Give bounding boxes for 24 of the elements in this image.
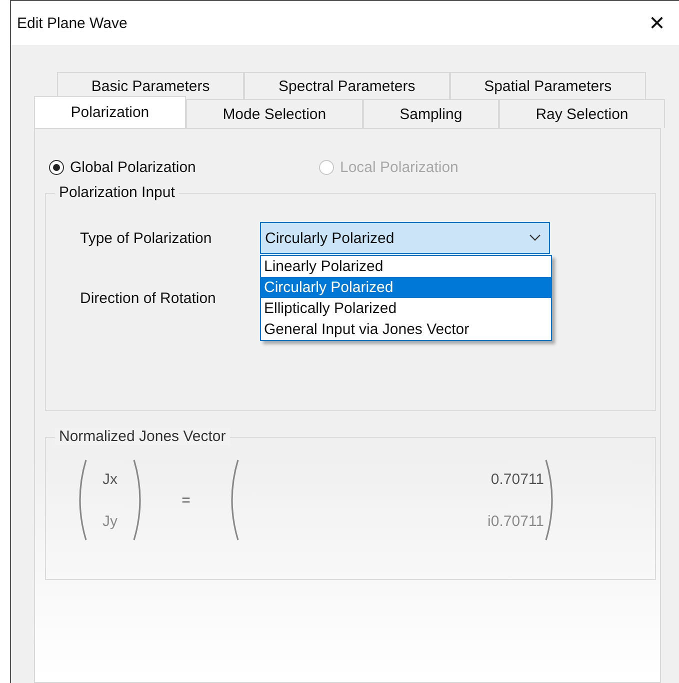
vector-symbol: Jx [102,470,118,488]
caret-icon [529,234,541,242]
dropdown-option[interactable]: Linearly Polarized [261,256,551,277]
vector-value: 0.70711 [490,470,544,488]
tab[interactable]: Basic Parameters [57,72,244,99]
tab[interactable]: Polarization [34,96,186,128]
window-title: Edit Plane Wave [17,14,128,32]
tab[interactable]: Sampling [362,99,499,128]
dropdown-option[interactable]: Elliptically Polarized [261,298,551,319]
tab[interactable]: Spatial Parameters [450,72,646,99]
tab[interactable]: Mode Selection [186,99,363,128]
dropdown-option[interactable]: General Input via Jones Vector [261,319,551,340]
radio-label[interactable]: Global Polarization [70,158,196,176]
equals-sign: = [180,492,192,508]
radio-button[interactable] [49,160,64,174]
tab[interactable]: Spectral Parameters [244,72,450,99]
field-label: Direction of Rotation [80,290,217,306]
dropdown-value: Circularly Polarized [265,230,394,246]
vector-symbol: Jy [102,512,118,530]
tab[interactable]: Ray Selection [498,99,666,128]
group-title: Polarization Input [55,184,179,201]
vector-value: i0.70711 [488,512,544,530]
field-label: Type of Polarization [80,230,213,246]
dropdown-option[interactable]: Circularly Polarized [261,277,551,298]
